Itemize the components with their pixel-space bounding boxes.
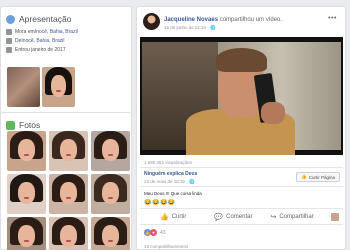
comment-button[interactable]: 💬 Comentar <box>214 213 252 221</box>
like-page-button[interactable]: 👍 Curtir Página <box>296 172 340 182</box>
photo-thumb[interactable] <box>91 217 130 250</box>
photo-thumb[interactable] <box>7 131 46 171</box>
photos-title[interactable]: Fotos <box>19 120 40 130</box>
featured-photos <box>7 67 75 107</box>
post-timestamp[interactable]: 16 de junho às 12:10 · <box>164 25 210 30</box>
share-button[interactable]: ↪ Compartilhar <box>270 213 313 221</box>
profile-selector-avatar[interactable] <box>331 213 339 221</box>
video-frame <box>142 42 341 155</box>
lives-in-prefix: Mora em <box>15 28 35 35</box>
from-link[interactable]: Inocê, Bahia, Brazil <box>21 38 64 44</box>
shared-page-box: Ninguém explica Deus 23 de maio de 18:32… <box>140 167 343 187</box>
view-count: 1.660.052 visualizações <box>144 160 193 165</box>
globe-icon: 🌐 <box>189 179 195 184</box>
thumbs-up-icon: 👍 <box>160 213 169 221</box>
clock-icon <box>6 46 12 53</box>
like-label: Curtir <box>171 213 187 220</box>
shared-date[interactable]: 23 de maio de 18:32 · <box>144 179 189 184</box>
comment-icon: 💬 <box>214 213 224 221</box>
photo-thumb[interactable] <box>91 131 130 171</box>
intro-title: Apresentação <box>19 14 72 24</box>
like-button[interactable]: 👍 Curtir <box>160 213 186 221</box>
lives-in-link[interactable]: Inocê, Bahia, Brazil <box>35 29 78 35</box>
more-options-icon[interactable]: ••• <box>328 15 337 22</box>
globe-icon <box>6 14 15 24</box>
lives-in-row: Mora em Inocê, Bahia, Brazil <box>1 27 131 36</box>
avatar[interactable] <box>143 13 160 30</box>
featured-photo-2[interactable] <box>42 67 75 107</box>
reaction-count: 43 <box>160 229 166 236</box>
photo-thumb[interactable] <box>7 217 46 250</box>
globe-icon: 🌐 <box>210 25 216 30</box>
video-player[interactable] <box>140 37 343 155</box>
like-page-label: Curtir Página <box>308 174 335 180</box>
love-reaction-icon: ♥ <box>150 229 157 236</box>
from-row: De Inocê, Bahia, Brazil <box>1 36 131 45</box>
photo-thumb[interactable] <box>7 174 46 214</box>
joined-text: Entrou janeiro de 2017 <box>15 46 66 53</box>
location-pin-icon <box>6 37 12 44</box>
post-caption: Meu Deus !!! Que coisa linda <box>144 191 202 196</box>
thumbs-up-icon: 👍 <box>301 174 307 179</box>
share-label: Compartilhar <box>279 213 314 220</box>
post-actions: 👍 Curtir 💬 Comentar ↪ Compartilhar <box>140 208 343 225</box>
photo-thumb[interactable] <box>49 174 88 214</box>
comment-label: Comentar <box>226 213 253 220</box>
photo-thumb[interactable] <box>49 217 88 250</box>
photo-icon <box>6 120 15 130</box>
photo-grid <box>7 131 131 250</box>
featured-photo-1[interactable] <box>7 67 40 107</box>
intro-card: Apresentação Mora em Inocê, Bahia, Brazi… <box>0 6 132 120</box>
photo-thumb[interactable] <box>49 131 88 171</box>
reactions-summary[interactable]: 👍 ♥ 43 <box>144 229 166 236</box>
share-count[interactable]: 15 compartilhamentos <box>144 244 188 249</box>
home-icon <box>6 28 12 35</box>
photo-thumb[interactable] <box>91 174 130 214</box>
joined-row: Entrou janeiro de 2017 <box>1 45 131 54</box>
shared-page-name[interactable]: Ninguém explica Deus <box>144 171 197 177</box>
author-name[interactable]: Jacqueline Novaes <box>164 17 218 23</box>
share-arrow-icon: ↪ <box>270 213 277 221</box>
photos-header: Fotos <box>1 113 131 131</box>
post-action-text: compartilhou um vídeo. <box>218 17 283 23</box>
post-card: Jacqueline Novaes compartilhou um vídeo.… <box>136 6 346 250</box>
emoji-line: 😂😂😂😂 <box>144 200 176 206</box>
intro-header: Apresentação <box>1 7 131 25</box>
post-header: Jacqueline Novaes compartilhou um vídeo.… <box>143 13 282 32</box>
photos-card: Fotos <box>0 112 132 250</box>
